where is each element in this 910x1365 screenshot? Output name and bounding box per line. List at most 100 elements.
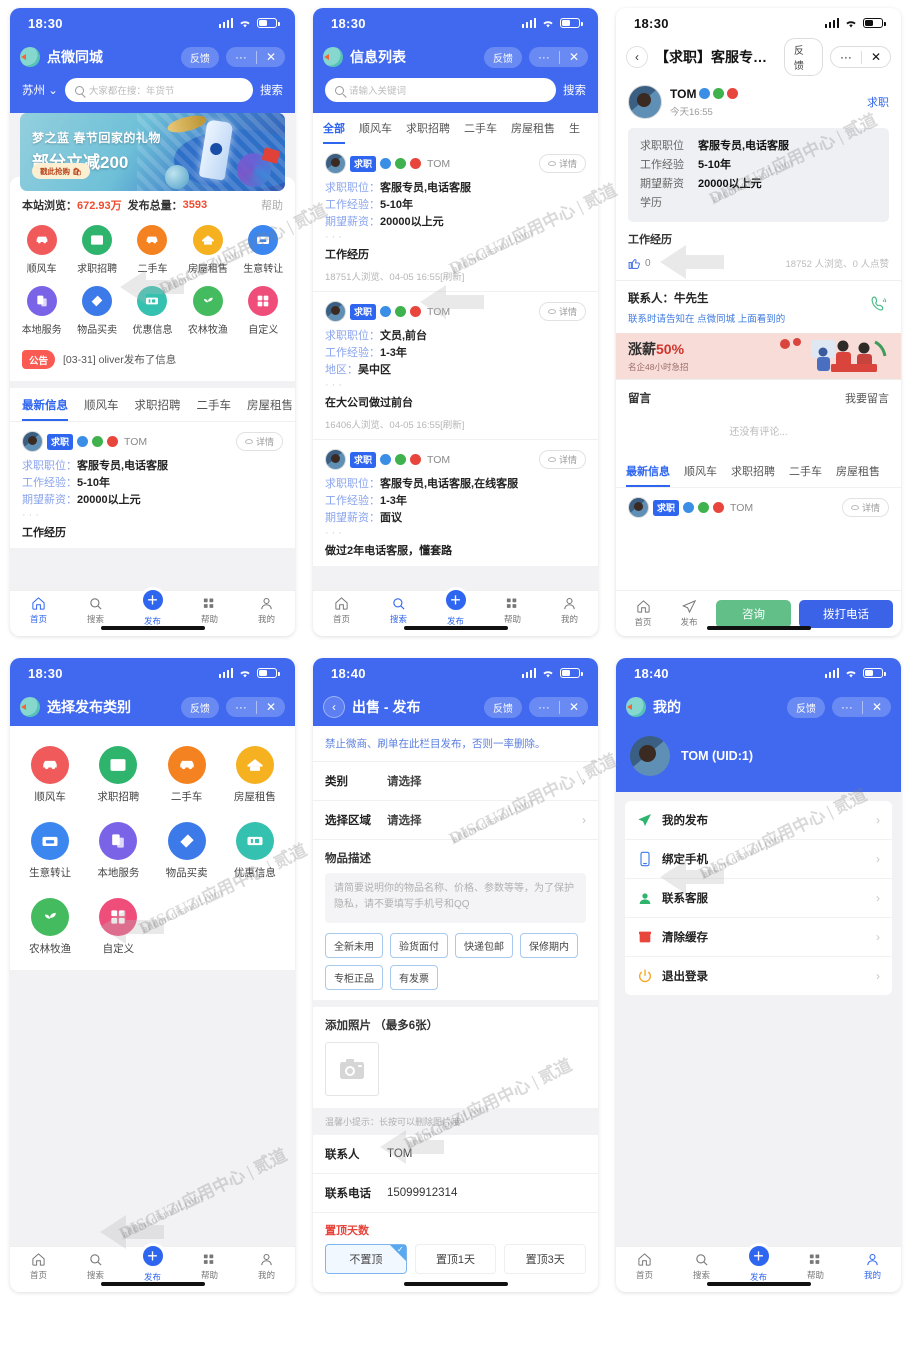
avatar[interactable] bbox=[630, 736, 670, 776]
nav-item-首页[interactable]: 首页 bbox=[616, 1252, 673, 1281]
tab-求职招聘[interactable]: 求职招聘 bbox=[406, 120, 450, 144]
form-row-选择区域[interactable]: 选择区域 请选择 › bbox=[313, 801, 598, 840]
category-item-求职招聘[interactable]: 求职招聘 bbox=[69, 225, 124, 275]
close-button[interactable]: ✕ bbox=[257, 47, 285, 67]
help-link[interactable]: 帮助 bbox=[261, 197, 283, 213]
chip-快递包邮[interactable]: 快递包邮 bbox=[455, 933, 513, 958]
list-item[interactable]: 求职 TOM 详情 求职职位：客服专员,电话客服,在线客服 工作经验：1-3年 期望… bbox=[313, 439, 598, 566]
nav-item-我的[interactable]: 我的 bbox=[238, 596, 295, 625]
category-link[interactable]: 求职 bbox=[867, 94, 889, 110]
category-item-农林牧渔[interactable]: 农林牧渔 bbox=[180, 286, 235, 336]
nav-item-我的[interactable]: 我的 bbox=[844, 1252, 901, 1281]
thumbs-up-icon[interactable] bbox=[628, 257, 641, 270]
leave-message-button[interactable]: 我要留言 bbox=[845, 390, 889, 406]
category-item-物品买卖[interactable]: 物品买卖 bbox=[69, 286, 124, 336]
nav-item-首页[interactable]: 首页 bbox=[10, 1252, 67, 1281]
category-item-本地服务[interactable]: 本地服务 bbox=[14, 286, 69, 336]
nav-item-发布[interactable]: + 发布 bbox=[124, 587, 181, 627]
tab-房屋租售[interactable]: 房屋租售 bbox=[247, 397, 293, 421]
add-photo-button[interactable] bbox=[325, 1042, 379, 1096]
category-item-生意转让[interactable]: 生意转让 bbox=[16, 822, 84, 880]
feedback-button[interactable]: 反馈 bbox=[180, 696, 219, 718]
tab-房屋租售[interactable]: 房屋租售 bbox=[511, 120, 555, 144]
search-button[interactable]: 搜索 bbox=[260, 82, 283, 98]
tab-顺风车[interactable]: 顺风车 bbox=[359, 120, 392, 144]
nav-item-发布[interactable]: + 发布 bbox=[124, 1243, 181, 1283]
more-button[interactable]: ··· bbox=[832, 697, 862, 717]
chip-全新未用[interactable]: 全新未用 bbox=[325, 933, 383, 958]
nav-item-发布[interactable]: + 发布 bbox=[427, 587, 484, 627]
category-item-生意转让[interactable]: 生意转让 bbox=[236, 225, 291, 275]
detail-button[interactable]: 详情 bbox=[235, 432, 283, 451]
desc-field[interactable]: 请简要说明你的物品名称、价格、参数等等，为了保护隐私，请不要填写手机号和QQ bbox=[313, 866, 598, 933]
feedback-button[interactable]: 反馈 bbox=[483, 46, 522, 68]
chip-有发票[interactable]: 有发票 bbox=[390, 965, 438, 990]
category-item-优惠信息[interactable]: 优惠信息 bbox=[125, 286, 180, 336]
more-button[interactable]: ··· bbox=[226, 697, 256, 717]
back-button[interactable]: ‹ bbox=[323, 696, 345, 718]
search-input[interactable]: 大家都在搜：年货节 bbox=[64, 78, 253, 102]
back-button[interactable]: ‹ bbox=[626, 46, 648, 68]
feedback-button[interactable]: 反馈 bbox=[180, 46, 219, 68]
tab-顺风车[interactable]: 顺风车 bbox=[684, 463, 717, 487]
category-item-二手车[interactable]: 二手车 bbox=[125, 225, 180, 275]
menu-item-我的发布[interactable]: 我的发布 › bbox=[625, 801, 892, 840]
menu-item-退出登录[interactable]: 退出登录 › bbox=[625, 957, 892, 995]
close-button[interactable]: ✕ bbox=[257, 697, 285, 717]
promo-banner[interactable]: 梦之蓝 春节回家的礼物 部分立减200 戳此抢购 🛍 bbox=[20, 113, 285, 191]
menu-item-绑定手机[interactable]: 绑定手机 › bbox=[625, 840, 892, 879]
category-item-本地服务[interactable]: 本地服务 bbox=[84, 822, 152, 880]
category-item-自定义[interactable]: 自定义 bbox=[84, 898, 152, 956]
category-item-农林牧渔[interactable]: 农林牧渔 bbox=[16, 898, 84, 956]
avatar[interactable] bbox=[628, 85, 662, 119]
feedback-button[interactable]: 反馈 bbox=[483, 696, 522, 718]
category-item-顺风车[interactable]: 顺风车 bbox=[16, 746, 84, 804]
close-button[interactable]: ✕ bbox=[560, 697, 588, 717]
nav-item-搜索[interactable]: 搜索 bbox=[370, 596, 427, 625]
more-button[interactable]: ··· bbox=[529, 47, 559, 67]
phone-call-icon[interactable] bbox=[870, 295, 887, 312]
nav-item-我的[interactable]: 我的 bbox=[238, 1252, 295, 1281]
detail-button[interactable]: 详情 bbox=[841, 498, 889, 517]
chip-验货面付[interactable]: 验货面付 bbox=[390, 933, 448, 958]
tab-全部[interactable]: 全部 bbox=[323, 120, 345, 144]
search-input[interactable]: 请输入关键词 bbox=[325, 78, 556, 102]
list-item[interactable]: 求职 TOM 详情 求职职位：文员,前台 工作经验：1-3年 地区：吴中区 ··· … bbox=[313, 291, 598, 439]
form-row-类别[interactable]: 类别 请选择 › bbox=[313, 762, 598, 801]
tab-最新信息[interactable]: 最新信息 bbox=[22, 397, 68, 421]
nav-item-帮助[interactable]: 帮助 bbox=[484, 596, 541, 625]
chip-专柜正品[interactable]: 专柜正品 bbox=[325, 965, 383, 990]
tab-最新信息[interactable]: 最新信息 bbox=[626, 463, 670, 487]
category-item-顺风车[interactable]: 顺风车 bbox=[14, 225, 69, 275]
top-option-不置顶[interactable]: 不置顶 ✓ bbox=[325, 1244, 407, 1274]
nav-item-搜索[interactable]: 搜索 bbox=[673, 1252, 730, 1281]
nav-item-帮助[interactable]: 帮助 bbox=[787, 1252, 844, 1281]
profile-header[interactable]: TOM (UID:1) bbox=[616, 726, 901, 792]
tab-二手车[interactable]: 二手车 bbox=[197, 397, 232, 421]
nav-item-帮助[interactable]: 帮助 bbox=[181, 1252, 238, 1281]
nav-item-我的[interactable]: 我的 bbox=[541, 596, 598, 625]
city-selector[interactable]: 苏州 ⌄ bbox=[22, 82, 58, 98]
call-button[interactable]: 拨打电话 bbox=[799, 599, 893, 628]
nav-item-搜索[interactable]: 搜索 bbox=[67, 1252, 124, 1281]
list-item[interactable]: 求职 TOM 详情 bbox=[616, 487, 901, 526]
banner-cta[interactable]: 戳此抢购 🛍 bbox=[32, 163, 90, 179]
tab-求职招聘[interactable]: 求职招聘 bbox=[135, 397, 181, 421]
tab-二手车[interactable]: 二手车 bbox=[789, 463, 822, 487]
nav-item-首页[interactable]: 首页 bbox=[313, 596, 370, 625]
announcement-bar[interactable]: 公告 [03-31] oliver发布了信息 bbox=[10, 346, 295, 381]
form-row-联系人[interactable]: 联系人 TOM bbox=[313, 1135, 598, 1174]
list-item[interactable]: 求职 TOM 详情 求职职位：客服专员,电话客服 工作经验：5-10年 期望薪资：2… bbox=[10, 421, 295, 548]
more-button[interactable]: ··· bbox=[226, 47, 256, 67]
category-item-自定义[interactable]: 自定义 bbox=[236, 286, 291, 336]
feedback-button[interactable]: 反馈 bbox=[786, 696, 825, 718]
more-button[interactable]: ··· bbox=[529, 697, 559, 717]
chip-保修期内[interactable]: 保修期内 bbox=[520, 933, 578, 958]
close-button[interactable]: ✕ bbox=[560, 47, 588, 67]
top-option-置顶1天[interactable]: 置顶1天 bbox=[414, 1244, 497, 1274]
detail-button[interactable]: 详情 bbox=[538, 302, 586, 321]
category-item-房屋租售[interactable]: 房屋租售 bbox=[180, 225, 235, 275]
close-button[interactable]: ✕ bbox=[862, 47, 890, 67]
top-option-置顶3天[interactable]: 置顶3天 bbox=[504, 1244, 587, 1274]
feedback-button[interactable]: 反馈 bbox=[783, 38, 823, 76]
